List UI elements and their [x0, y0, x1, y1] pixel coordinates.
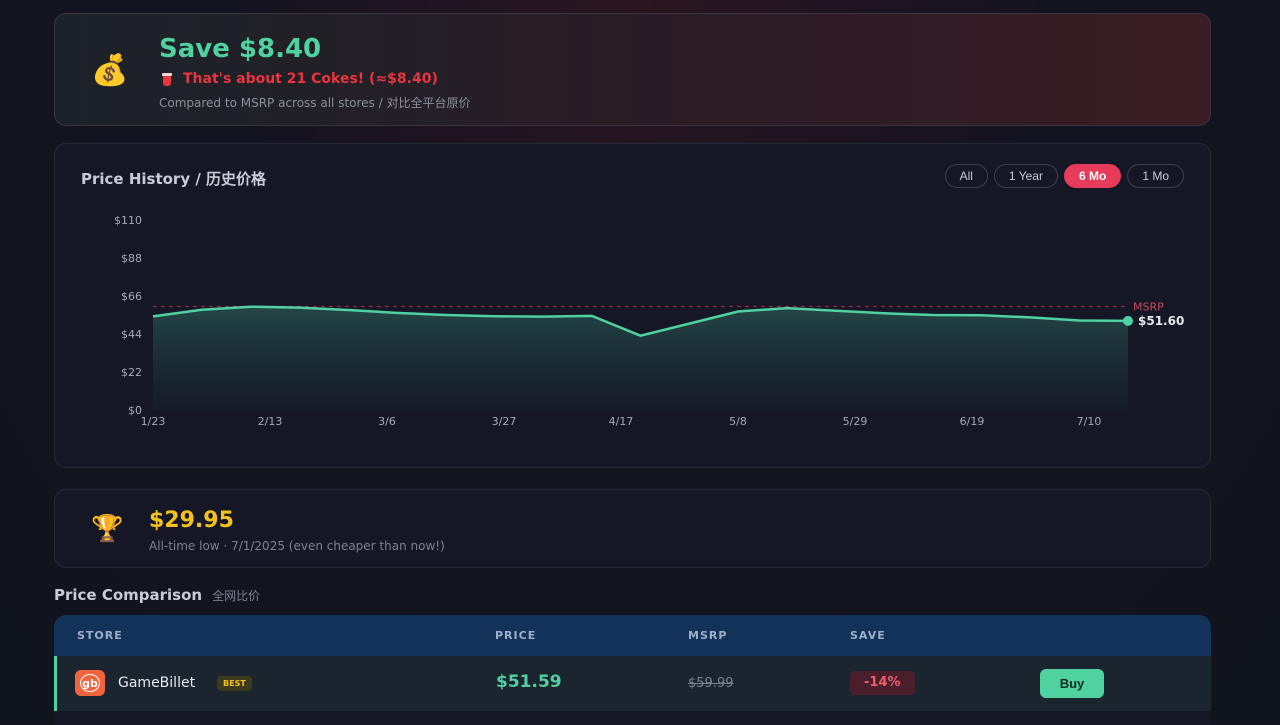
y-tick-label: $66	[121, 290, 142, 303]
y-tick-label: $110	[114, 214, 142, 227]
all-time-low-card: 🏆 $29.95 All-time low · 7/1/2025 (even c…	[54, 489, 1211, 568]
all-time-low-subtitle: All-time low · 7/1/2025 (even cheaper th…	[149, 539, 445, 553]
best-badge: BEST	[217, 676, 252, 691]
y-tick-label: $22	[121, 366, 142, 379]
gamebillet-logo: gb	[75, 670, 105, 696]
x-tick-label: 7/10	[1077, 415, 1102, 428]
coke-text: That's about 21 Cokes! (≈$8.40)	[183, 71, 438, 87]
table-row-next	[54, 711, 1211, 725]
msrp-cell: $59.99	[688, 676, 734, 691]
header-price: PRICE	[495, 629, 536, 642]
header-msrp: MSRP	[688, 629, 727, 642]
savings-card: 💰 Save $8.40 That's about 21 Cokes! (≈$8…	[54, 13, 1211, 126]
savings-title: Save $8.40	[159, 34, 321, 64]
x-tick-label: 2/13	[258, 415, 283, 428]
price-comparison-table: STORE PRICE MSRP SAVE gb GameBillet BEST…	[54, 615, 1211, 725]
x-tick-label: 5/29	[843, 415, 868, 428]
cup-icon	[161, 72, 173, 86]
price-cell: $51.59	[496, 672, 562, 692]
y-tick-label: $44	[121, 328, 142, 341]
current-price-dot	[1123, 316, 1133, 326]
y-tick-label: $88	[121, 252, 142, 265]
x-tick-label: 6/19	[960, 415, 985, 428]
table-row: gb GameBillet BEST $51.59 $59.99 -14% Bu…	[54, 656, 1211, 711]
current-price-label: $51.60	[1138, 314, 1184, 328]
price-comparison-title: Price Comparison	[54, 586, 202, 604]
x-tick-label: 3/27	[492, 415, 517, 428]
coke-comparison: That's about 21 Cokes! (≈$8.40)	[161, 71, 438, 87]
x-tick-label: 4/17	[609, 415, 634, 428]
price-area	[153, 307, 1128, 410]
table-header: STORE PRICE MSRP SAVE	[54, 615, 1211, 656]
price-history-chart: $0$22$44$66$88$110 1/232/133/63/274/175/…	[55, 144, 1212, 469]
buy-button[interactable]: Buy	[1040, 669, 1104, 698]
x-tick-label: 3/6	[378, 415, 396, 428]
all-time-low-price: $29.95	[149, 508, 234, 533]
money-bag-icon: 💰	[91, 54, 128, 88]
price-history-card: Price History / 历史价格 All 1 Year 6 Mo 1 M…	[54, 143, 1211, 468]
savings-subtitle: Compared to MSRP across all stores / 对比全…	[159, 94, 470, 111]
header-save: SAVE	[850, 629, 886, 642]
trophy-icon: 🏆	[91, 514, 123, 544]
x-tick-label: 5/8	[729, 415, 747, 428]
header-store: STORE	[77, 629, 123, 642]
store-name[interactable]: GameBillet	[118, 675, 195, 691]
price-comparison-heading: Price Comparison 全网比价	[54, 586, 260, 604]
price-comparison-subtitle: 全网比价	[212, 587, 260, 604]
msrp-label: MSRP	[1133, 300, 1164, 313]
save-badge: -14%	[850, 671, 915, 695]
x-tick-label: 1/23	[141, 415, 166, 428]
